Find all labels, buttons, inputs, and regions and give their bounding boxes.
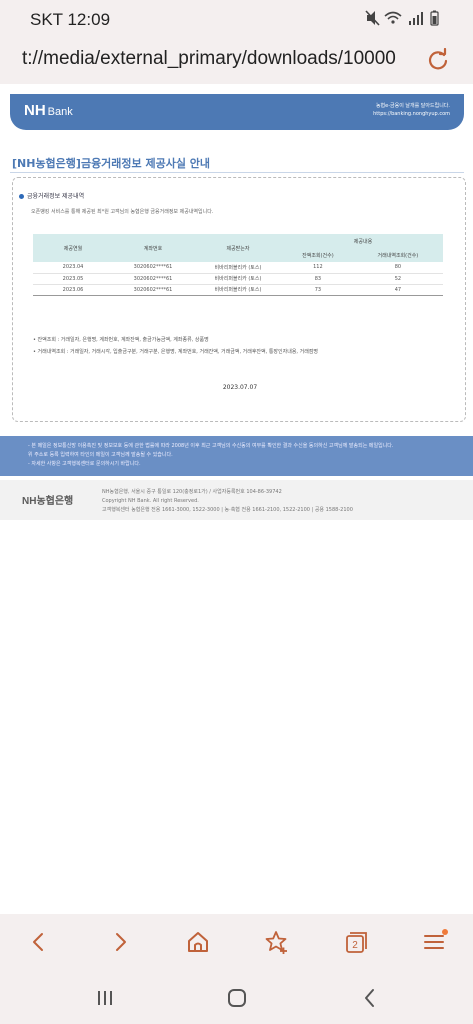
cell-recipient: 비바리퍼블리카 (토스) — [193, 273, 283, 285]
cell-history: 52 — [352, 273, 443, 285]
page-title: [NH농협은행]금융거래정보 제공사실 안내 — [12, 157, 211, 170]
nh-logo-text: NH — [24, 102, 46, 119]
section-title: 금융거래정보 제공내역 — [19, 191, 84, 200]
status-bar: SKT 12:09 — [0, 0, 473, 40]
nh-header-slogan: 농협e-금융이 날개를 달아드립니다. — [375, 103, 450, 109]
system-back-icon[interactable] — [356, 984, 384, 1012]
col-content: 제공내용 — [283, 234, 443, 248]
home-icon[interactable] — [184, 928, 212, 956]
footer-copyright: Copyright NH Bank. All right Reserved. — [102, 498, 199, 504]
cell-recipient: 비바리퍼블리카 (토스) — [193, 262, 283, 274]
signal-icon — [409, 12, 423, 25]
cell-balance: 73 — [283, 284, 353, 296]
menu-icon[interactable] — [420, 928, 448, 956]
reload-icon[interactable] — [425, 48, 451, 74]
footer-address: NH농협은행, 서울시 중구 통일로 120(충정로1가) / 사업자등록번호 … — [102, 489, 282, 495]
home-button-icon[interactable] — [223, 984, 251, 1012]
back-icon[interactable] — [25, 928, 53, 956]
issue-date: 2023.07.07 — [222, 384, 258, 391]
bullet-icon — [19, 194, 24, 199]
tab-count: 2 — [352, 940, 358, 951]
notice-banner: - 본 메일은 정보통신망 이용촉진 및 정보보호 등에 관한 법률에 따라 2… — [0, 436, 473, 476]
section-description: 오픈뱅킹 서비스를 통해 제공된 최*원 고객님의 농협은행 금융거래정보 제공… — [31, 209, 214, 215]
col-recipient: 제공받는자 — [193, 234, 283, 262]
recent-apps-icon[interactable] — [91, 984, 119, 1012]
cell-history: 47 — [352, 284, 443, 296]
table-row: 2023.06 3020602****61 비바리퍼블리카 (토스) 73 47 — [33, 284, 443, 296]
nh-logo-sub: Bank — [47, 106, 73, 118]
footer: NH농협은행 NH농협은행, 서울시 중구 통일로 120(충정로1가) / 사… — [0, 480, 473, 520]
wifi-icon — [384, 11, 402, 24]
title-divider — [10, 172, 464, 173]
cell-history: 80 — [352, 262, 443, 274]
footer-logo: NH농협은행 — [22, 496, 74, 507]
tabs-icon[interactable]: 2 — [341, 928, 369, 956]
notice-line: - 본 메일은 정보통신망 이용촉진 및 정보보호 등에 관한 법률에 따라 2… — [28, 443, 394, 449]
note-history: • 거래내역조회 : 거래일자, 거래시각, 입출금구분, 거래구분, 은행명,… — [33, 349, 318, 355]
notification-dot — [442, 929, 448, 935]
status-icons-svg — [365, 10, 439, 26]
battery-icon — [430, 10, 439, 26]
bookmark-star-icon[interactable] — [262, 928, 290, 956]
nh-logo: NH Bank — [24, 102, 73, 119]
cell-account: 3020602****61 — [113, 273, 193, 285]
footer-contact: 고객행복센터 농협은행 전용 1661-3000, 1522-3000 | 농·… — [102, 507, 353, 513]
cell-account: 3020602****61 — [113, 262, 193, 274]
mute-icon — [365, 10, 380, 26]
cell-balance: 83 — [283, 273, 353, 285]
nh-header: NH Bank 농협e-금융이 날개를 달아드립니다. https://banki… — [10, 94, 464, 130]
notice-line: - 자세한 사항은 고객행복센터로 문의하시기 바랍니다. — [28, 461, 141, 467]
cell-account: 3020602****61 — [113, 284, 193, 296]
system-nav-bar — [0, 970, 473, 1024]
note-balance: • 잔액조회 : 거래일자, 은행명, 계좌번호, 계좌잔액, 출금가능금액, … — [33, 337, 209, 343]
table-row: 2023.04 3020602****61 비바리퍼블리카 (토스) 112 8… — [33, 262, 443, 274]
cell-recipient: 비바리퍼블리카 (토스) — [193, 284, 283, 296]
nh-header-url[interactable]: https://banking.nonghyup.com — [373, 110, 450, 118]
col-history: 거래내역조회(건수) — [352, 248, 443, 262]
footer-text: NH농협은행, 서울시 중구 통일로 120(충정로1가) / 사업자등록번호 … — [102, 488, 353, 515]
cell-balance: 112 — [283, 262, 353, 274]
nh-header-info: 농협e-금융이 날개를 달아드립니다. https://banking.nong… — [373, 102, 450, 118]
status-icons — [365, 10, 443, 30]
table-row: 2023.05 3020602****61 비바리퍼블리카 (토스) 83 52 — [33, 273, 443, 285]
web-content: NH Bank 농협e-금융이 날개를 달아드립니다. https://banki… — [0, 84, 473, 914]
cell-month: 2023.04 — [33, 262, 113, 274]
forward-icon[interactable] — [106, 928, 134, 956]
section-title-text: 금융거래정보 제공내역 — [27, 193, 85, 200]
url-text[interactable]: t://media/external_primary/downloads/100… — [22, 48, 408, 70]
status-time: SKT 12:09 — [30, 10, 111, 29]
browser-toolbar: 2 — [0, 914, 473, 970]
cell-month: 2023.05 — [33, 273, 113, 285]
col-month: 제공연월 — [33, 234, 113, 262]
cell-month: 2023.06 — [33, 284, 113, 296]
col-balance: 잔액조회(건수) — [283, 248, 353, 262]
url-bar[interactable]: t://media/external_primary/downloads/100… — [0, 40, 473, 84]
col-account: 계좌번호 — [113, 234, 193, 262]
provision-table: 제공연월 계좌번호 제공받는자 제공내용 잔액조회(건수) 거래내역조회(건수)… — [33, 234, 443, 296]
notice-line: 위 주소로 등록 입력하여 타인의 메일이 고객님께 발송될 수 있습니다. — [28, 452, 173, 458]
info-box: 금융거래정보 제공내역 오픈뱅킹 서비스를 통해 제공된 최*원 고객님의 농협… — [12, 177, 466, 422]
